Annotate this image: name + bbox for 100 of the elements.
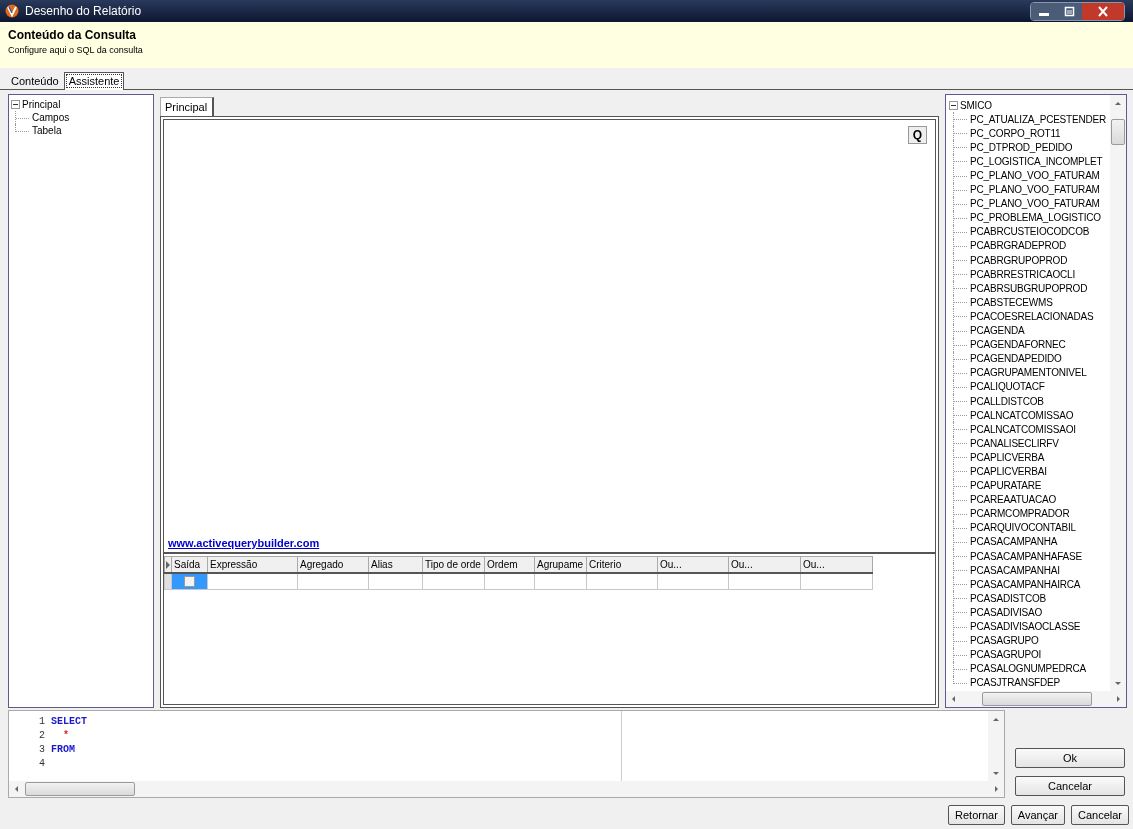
dialog-button[interactable]: Cancelar xyxy=(1015,776,1125,796)
tree-item[interactable]: PCASADISTCOB xyxy=(969,592,1047,604)
tree-item[interactable]: PC_LOGISTICA_INCOMPLET xyxy=(969,155,1104,167)
connector-line xyxy=(953,408,967,423)
tree-item[interactable]: PCASADIVISAO xyxy=(969,606,1044,618)
tree-item[interactable]: PCAPLICVERBA xyxy=(969,451,1046,463)
tree-item[interactable]: PCANALISECLIRFV xyxy=(969,437,1060,449)
tree-item[interactable]: PCASALOGNUMPEDRCA xyxy=(969,663,1088,675)
tree-item[interactable]: PCASACAMPANHA xyxy=(969,536,1059,548)
connector-line xyxy=(953,281,967,296)
connector-line xyxy=(953,534,967,549)
website-link[interactable]: www.activequerybuilder.com xyxy=(168,537,320,549)
collapse-icon[interactable] xyxy=(11,100,20,109)
tree-item[interactable]: PCABRGRADEPROD xyxy=(969,240,1068,252)
tab[interactable]: Conteúdo xyxy=(6,72,64,89)
tree-item[interactable]: PCAGENDAFORNEC xyxy=(969,339,1067,351)
connector-line xyxy=(953,295,967,310)
connector-line xyxy=(953,210,967,225)
tree-item[interactable]: PC_ATUALIZA_PCESTENDER xyxy=(969,113,1107,125)
column-header[interactable]: Agregado xyxy=(297,556,369,573)
connector-line xyxy=(953,647,967,662)
column-header[interactable]: Tipo de orde xyxy=(422,556,485,573)
connector-line xyxy=(953,577,967,592)
connector-line xyxy=(953,112,967,127)
connector-line xyxy=(953,154,967,169)
tree-item[interactable]: PCASAGRUPOI xyxy=(969,649,1043,661)
tree-item[interactable]: PC_CORPO_ROT11 xyxy=(969,127,1062,139)
tree-item[interactable]: PC_DTPROD_PEDIDO xyxy=(969,141,1074,153)
scrollbar[interactable] xyxy=(1110,95,1126,691)
column-header[interactable]: Ou... xyxy=(728,556,801,573)
tree-item[interactable]: PCASJTRANSFDEP xyxy=(969,677,1061,689)
tree-item[interactable]: Tabela xyxy=(31,125,63,136)
column-header[interactable]: Agrupame xyxy=(534,556,587,573)
connector-line xyxy=(953,633,967,648)
tree-item[interactable]: PCASACAMPANHAI xyxy=(969,564,1061,576)
tab[interactable]: Assistente xyxy=(63,72,125,90)
tree-item[interactable]: PCABRCUSTEIOCODCOB xyxy=(969,226,1091,238)
tree-item[interactable]: PCABSTECEWMS xyxy=(969,296,1054,308)
tree-item[interactable]: PCARQUIVOCONTABIL xyxy=(969,522,1077,534)
tree-item[interactable]: PC_PLANO_VOO_FATURAM xyxy=(969,198,1101,210)
column-header[interactable]: Expressão xyxy=(207,556,298,573)
tab[interactable]: Principal xyxy=(160,97,215,116)
column-header[interactable]: Criterio xyxy=(586,556,658,573)
dialog-button[interactable]: Ok xyxy=(1015,748,1125,768)
tree-item[interactable]: PCALLDISTCOB xyxy=(969,395,1045,407)
tree-item[interactable]: PCAPURATARE xyxy=(969,480,1043,492)
line-number: 2 xyxy=(38,729,46,741)
connector-line xyxy=(953,168,967,183)
tree-item[interactable]: PCAGENDAPEDIDO xyxy=(969,353,1063,365)
wizard-button[interactable]: Retornar xyxy=(948,804,1005,825)
scrollbar[interactable] xyxy=(946,691,1126,707)
tree-item[interactable]: PC_PLANO_VOO_FATURAM xyxy=(969,184,1101,196)
tree-item[interactable]: PCASACAMPANHAFASE xyxy=(969,550,1083,562)
tree-item[interactable]: PCASACAMPANHAIRCA xyxy=(969,578,1082,590)
tree-item[interactable]: PCAREAATUACAO xyxy=(969,494,1058,506)
tree-item[interactable]: PCALIQUOTACF xyxy=(969,381,1046,393)
tree-item[interactable]: Principal xyxy=(21,99,62,110)
connector-line xyxy=(953,196,967,211)
wizard-button[interactable]: Avançar xyxy=(1010,804,1065,825)
tree-item[interactable]: PCAGENDA xyxy=(969,325,1026,337)
tree-item[interactable]: PCASAGRUPO xyxy=(969,635,1040,647)
scrollbar[interactable] xyxy=(9,781,1004,797)
connector-line xyxy=(953,253,967,268)
column-header[interactable]: Saída xyxy=(171,556,208,573)
code-line: SELECT xyxy=(51,715,87,727)
column-header[interactable]: Ou... xyxy=(800,556,873,573)
checkbox[interactable] xyxy=(184,576,195,587)
collapse-icon[interactable] xyxy=(949,100,958,110)
wizard-button[interactable]: Cancelar xyxy=(1070,804,1129,825)
code-line: * xyxy=(62,729,69,741)
maximize-icon[interactable] xyxy=(1057,2,1082,20)
minimize-icon[interactable] xyxy=(1031,2,1057,20)
connector-line xyxy=(953,126,967,141)
row-header[interactable] xyxy=(164,573,172,590)
connector-line xyxy=(953,436,967,451)
tree-item[interactable]: PCABRGRUPOPROD xyxy=(969,254,1069,266)
tree-item[interactable]: PCAGRUPAMENTONIVEL xyxy=(969,367,1088,379)
query-button[interactable]: Q xyxy=(908,126,927,144)
column-header[interactable]: Alias xyxy=(368,556,423,573)
close-icon[interactable] xyxy=(1082,2,1124,20)
tree-item[interactable]: PCAPLICVERBAI xyxy=(969,466,1048,477)
tree-item[interactable]: SMICO xyxy=(959,99,993,111)
tree-item[interactable]: PCABRSUBGRUPOPROD xyxy=(969,282,1089,294)
connector-line xyxy=(953,140,967,155)
tree-item[interactable]: PC_PROBLEMA_LOGISTICO xyxy=(969,212,1102,224)
tree-item[interactable]: PCASADIVISAOCLASSE xyxy=(969,621,1082,632)
line-number: 3 xyxy=(38,743,46,755)
tree-item[interactable]: PCARMCOMPRADOR xyxy=(969,508,1071,520)
column-header[interactable]: Ordem xyxy=(484,556,535,573)
tree-item[interactable]: PC_PLANO_VOO_FATURAM xyxy=(969,170,1101,181)
tree-item[interactable]: PCACOESRELACIONADAS xyxy=(969,310,1095,322)
tree-item[interactable]: Campos xyxy=(31,112,71,123)
connector-line xyxy=(953,182,967,197)
tree-item[interactable]: PCALNCATCOMISSAO xyxy=(969,409,1075,421)
tree-item[interactable]: PCABRRESTRICAOCLI xyxy=(969,268,1076,280)
connector-line xyxy=(953,464,967,479)
tree-item[interactable]: PCALNCATCOMISSAOI xyxy=(969,423,1077,435)
column-header[interactable]: Ou... xyxy=(657,556,729,573)
scrollbar[interactable] xyxy=(988,711,1004,781)
connector-line xyxy=(953,450,967,465)
